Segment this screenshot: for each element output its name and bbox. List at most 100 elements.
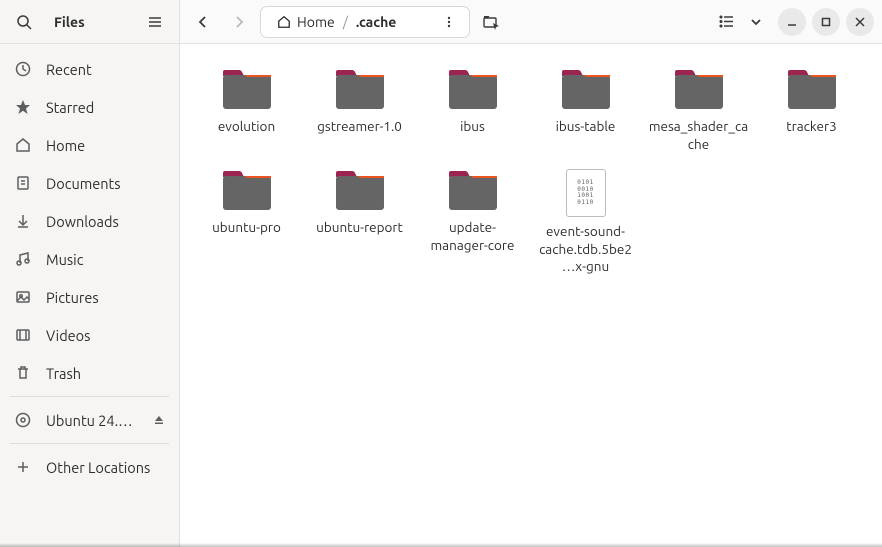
- sidebar-item-label: Trash: [46, 365, 81, 382]
- sidebar-item-downloads[interactable]: Downloads: [0, 202, 179, 240]
- sidebar-header: Files: [0, 0, 179, 44]
- sidebar-item-home[interactable]: Home: [0, 126, 179, 164]
- folder-icon: [673, 68, 725, 112]
- item-label: evolution: [218, 118, 275, 136]
- sidebar-item-label: Other Locations: [46, 459, 150, 476]
- separator: [10, 443, 169, 444]
- path-menu-button[interactable]: [435, 8, 463, 36]
- item-label: tracker3: [786, 118, 836, 136]
- folder-tracker3[interactable]: tracker3: [755, 64, 868, 165]
- sidebar-item-music[interactable]: Music: [0, 240, 179, 278]
- folder-ubuntu-report[interactable]: ubuntu-report: [303, 165, 416, 288]
- sidebar: Files Recent Starred Home Documents Download…: [0, 0, 180, 547]
- path-current[interactable]: .cache: [350, 12, 402, 32]
- list-icon: [148, 15, 162, 29]
- sidebar-item-documents[interactable]: Documents: [0, 164, 179, 202]
- toolbar-right: [710, 6, 874, 38]
- item-label: update-manager-core: [423, 219, 523, 254]
- downloads-icon: [14, 213, 32, 229]
- folder-ibus-table[interactable]: ibus-table: [529, 64, 642, 165]
- app-title: Files: [54, 14, 141, 30]
- path-current-label: .cache: [356, 14, 396, 30]
- plus-icon: [14, 459, 32, 475]
- documents-icon: [14, 175, 32, 191]
- home-icon: [277, 15, 291, 29]
- sidebar-item-label: Ubuntu 24.…: [46, 412, 133, 429]
- sidebar-item-label: Recent: [46, 61, 92, 78]
- folder-icon: [447, 169, 499, 213]
- sidebar-item-label: Videos: [46, 327, 90, 344]
- window: Files Recent Starred Home Documents Download…: [0, 0, 882, 547]
- view-list-icon: [719, 14, 734, 29]
- path-bar: Home / .cache: [260, 6, 470, 38]
- sidebar-item-starred[interactable]: Starred: [0, 88, 179, 126]
- path-home-label: Home: [297, 14, 335, 30]
- path-home[interactable]: Home: [271, 12, 341, 32]
- separator: [10, 396, 169, 397]
- sidebar-menu-button[interactable]: [141, 8, 169, 36]
- sidebar-item-label: Documents: [46, 175, 121, 192]
- pictures-icon: [14, 289, 32, 305]
- sidebar-item-label: Downloads: [46, 213, 119, 230]
- folder-icon: [334, 68, 386, 112]
- binary-file-icon: 0101001010010110: [566, 169, 606, 217]
- item-label: mesa_shader_cache: [649, 118, 749, 153]
- chevron-left-icon: [196, 15, 210, 29]
- main-area: Home / .cache: [180, 0, 882, 547]
- forward-button[interactable]: [224, 7, 254, 37]
- clock-icon: [14, 61, 32, 77]
- sidebar-item-trash[interactable]: Trash: [0, 354, 179, 392]
- disc-icon: [14, 412, 32, 428]
- search-button[interactable]: [10, 8, 38, 36]
- item-label: ubuntu-report: [316, 219, 403, 237]
- folder-icon: [786, 68, 838, 112]
- sidebar-item-label: Starred: [46, 99, 94, 116]
- maximize-button[interactable]: [812, 8, 840, 36]
- toolbar: Home / .cache: [180, 0, 882, 44]
- back-button[interactable]: [188, 7, 218, 37]
- folder-icon: [221, 169, 273, 213]
- sidebar-item-pictures[interactable]: Pictures: [0, 278, 179, 316]
- trash-icon: [14, 365, 32, 381]
- close-icon: [855, 17, 865, 27]
- folder-icon: [221, 68, 273, 112]
- folder-icon: [447, 68, 499, 112]
- view-options-button[interactable]: [742, 8, 770, 36]
- folder-evolution[interactable]: evolution: [190, 64, 303, 165]
- videos-icon: [14, 327, 32, 343]
- sidebar-item-label: Home: [46, 137, 85, 154]
- maximize-icon: [821, 17, 831, 27]
- sidebar-item-mount[interactable]: Ubuntu 24.…: [0, 401, 179, 439]
- sidebar-item-recent[interactable]: Recent: [0, 50, 179, 88]
- folder-mesa-shader-cache[interactable]: mesa_shader_cache: [642, 64, 755, 165]
- folder-gstreamer-1-0[interactable]: gstreamer-1.0: [303, 64, 416, 165]
- eject-button[interactable]: [153, 412, 165, 429]
- star-icon: [14, 99, 32, 115]
- minimize-button[interactable]: [778, 8, 806, 36]
- chevron-down-icon: [750, 16, 762, 28]
- sidebar-item-videos[interactable]: Videos: [0, 316, 179, 354]
- icon-grid: evolution gstreamer-1.0 ibus ibus-table mesa…: [190, 64, 872, 288]
- item-label: ibus: [460, 118, 485, 136]
- path-separator: /: [343, 14, 348, 30]
- view-list-button[interactable]: [712, 8, 740, 36]
- content-area[interactable]: evolution gstreamer-1.0 ibus ibus-table mesa…: [180, 44, 882, 547]
- folder-ibus[interactable]: ibus: [416, 64, 529, 165]
- item-label: ibus-table: [556, 118, 616, 136]
- item-label: gstreamer-1.0: [317, 118, 402, 136]
- close-button[interactable]: [846, 8, 874, 36]
- folder-update-manager-core[interactable]: update-manager-core: [416, 165, 529, 288]
- folder-cursor-icon: [482, 13, 500, 31]
- folder-icon: [560, 68, 612, 112]
- folder-ubuntu-pro[interactable]: ubuntu-pro: [190, 165, 303, 288]
- sidebar-list: Recent Starred Home Documents Downloads Music…: [0, 44, 179, 547]
- folder-icon: [334, 169, 386, 213]
- chevron-right-icon: [232, 15, 246, 29]
- sidebar-item-label: Pictures: [46, 289, 99, 306]
- sidebar-item-other-locations[interactable]: Other Locations: [0, 448, 179, 486]
- sidebar-item-label: Music: [46, 251, 83, 268]
- file-event-sound-cache-tdb-5be2-x-gnu[interactable]: 0101001010010110event-sound-cache.tdb.5b…: [529, 165, 642, 288]
- search-icon: [16, 14, 32, 30]
- focus-location-button[interactable]: [476, 7, 506, 37]
- home-icon: [14, 137, 32, 153]
